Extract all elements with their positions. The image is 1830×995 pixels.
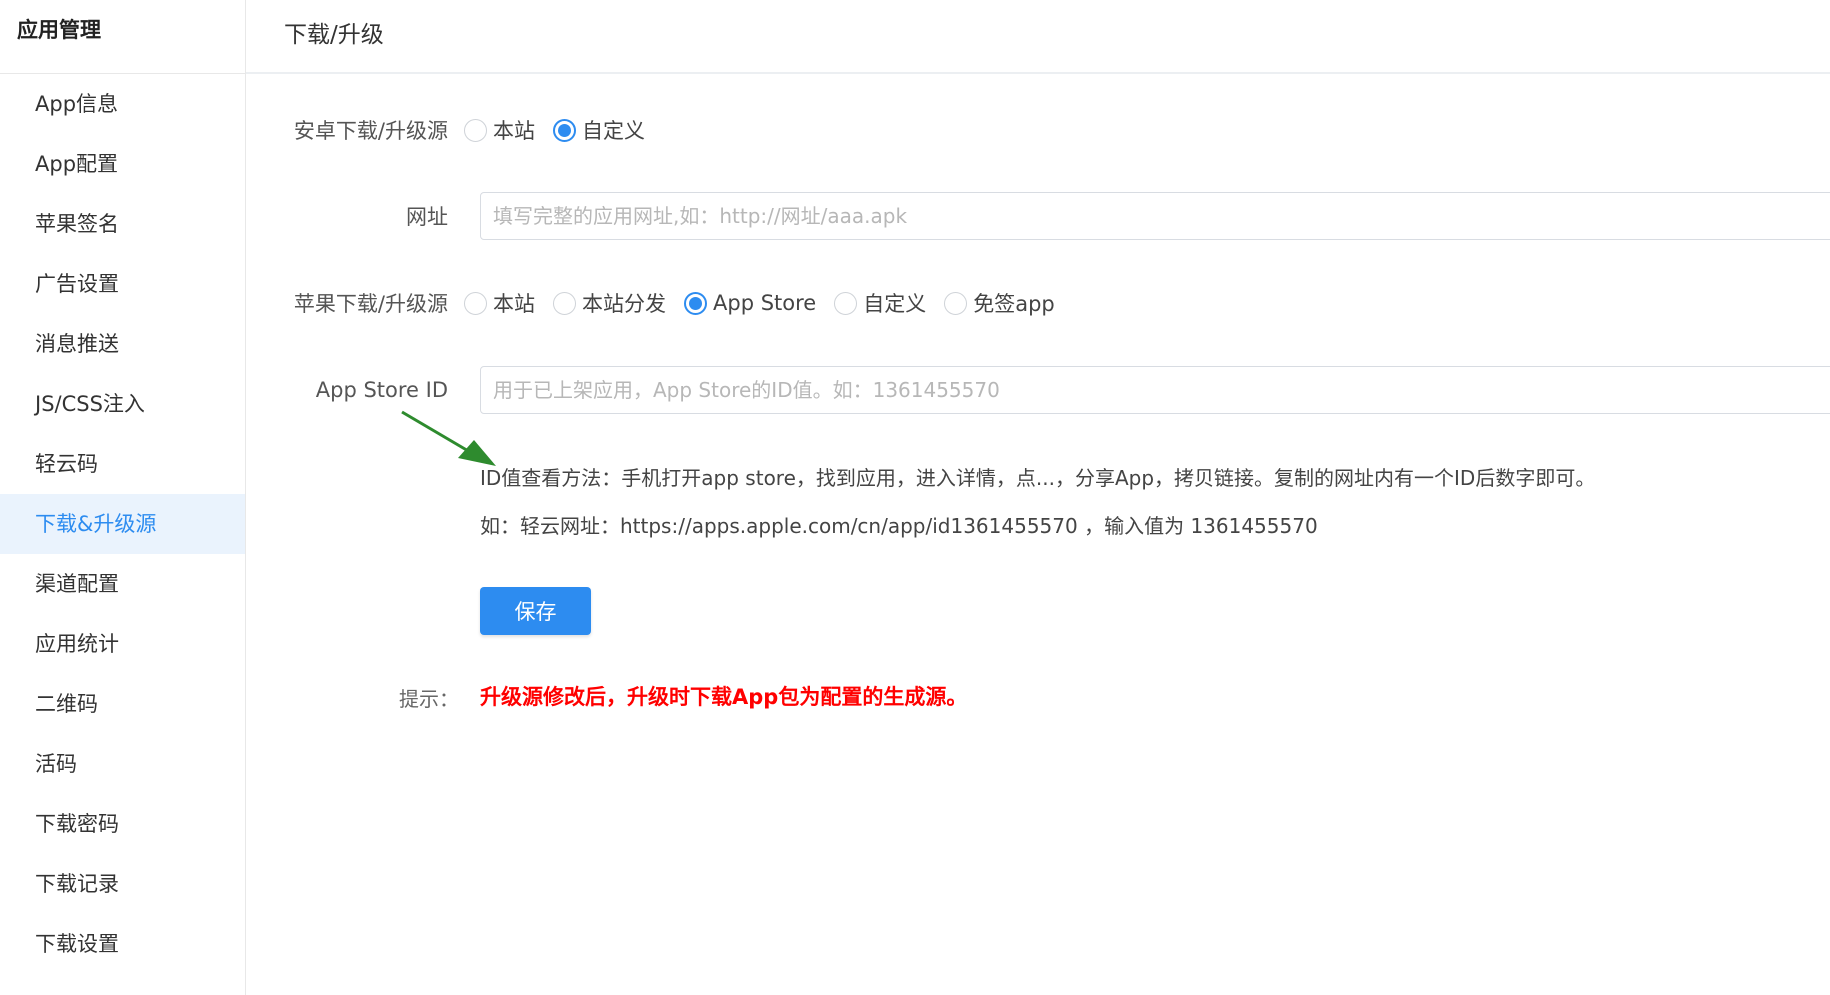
apple-radio-local[interactable]: 本站 bbox=[464, 288, 535, 318]
sidebar-item-app-info[interactable]: App信息 bbox=[0, 74, 245, 134]
sidebar: 应用管理 App信息 App配置 苹果签名 广告设置 消息推送 JS/CSS注入… bbox=[0, 0, 246, 995]
radio-circle[interactable] bbox=[944, 291, 968, 315]
apple-source-row: 苹果下载/升级源 本站 本站分发 App Store 自定义 免签app bbox=[246, 279, 1830, 327]
apple-source-radio-group: 本站 本站分发 App Store 自定义 免签app bbox=[464, 288, 1073, 318]
help-text-line1: ID值查看方法：手机打开app store，找到应用，进入详情，点...，分享A… bbox=[480, 466, 1596, 490]
sidebar-item-qrcode[interactable]: 二维码 bbox=[0, 674, 245, 734]
apple-radio-local-distribution[interactable]: 本站分发 bbox=[553, 288, 666, 318]
sidebar-item-qingyun-code[interactable]: 轻云码 bbox=[0, 434, 245, 494]
sidebar-menu: App信息 App配置 苹果签名 广告设置 消息推送 JS/CSS注入 轻云码 … bbox=[0, 74, 245, 974]
apple-source-label: 苹果下载/升级源 bbox=[293, 292, 448, 316]
android-source-radio-group: 本站 自定义 bbox=[464, 115, 663, 145]
green-arrow-icon bbox=[401, 410, 496, 466]
apple-radio-nosign-app[interactable]: 免签app bbox=[944, 288, 1055, 318]
url-input[interactable] bbox=[480, 192, 1830, 240]
apple-radio-app-store[interactable]: App Store bbox=[684, 291, 816, 315]
radio-circle[interactable] bbox=[684, 291, 707, 315]
save-button[interactable]: 保存 bbox=[480, 587, 591, 635]
appstore-id-input[interactable] bbox=[480, 366, 1830, 414]
sidebar-item-channel-config[interactable]: 渠道配置 bbox=[0, 554, 245, 614]
appstore-id-label: App Store ID bbox=[315, 378, 448, 402]
appstore-id-row: App Store ID bbox=[246, 366, 480, 414]
android-source-row: 安卓下载/升级源 本站 自定义 bbox=[246, 106, 1830, 154]
radio-label: 自定义 bbox=[582, 119, 645, 143]
radio-circle[interactable] bbox=[553, 291, 576, 315]
sidebar-item-download-upgrade[interactable]: 下载&升级源 bbox=[0, 494, 245, 554]
sidebar-item-download-settings[interactable]: 下载设置 bbox=[0, 914, 245, 974]
radio-label: 免签app bbox=[973, 292, 1055, 316]
sidebar-item-apple-signing[interactable]: 苹果签名 bbox=[0, 194, 245, 254]
apple-radio-custom[interactable]: 自定义 bbox=[834, 288, 926, 318]
sidebar-item-download-password[interactable]: 下载密码 bbox=[0, 794, 245, 854]
radio-circle[interactable] bbox=[834, 291, 858, 315]
radio-label: 本站分发 bbox=[582, 292, 666, 316]
sidebar-item-download-records[interactable]: 下载记录 bbox=[0, 854, 245, 914]
sidebar-item-js-css-inject[interactable]: JS/CSS注入 bbox=[0, 374, 245, 434]
radio-circle[interactable] bbox=[553, 118, 576, 142]
android-radio-local[interactable]: 本站 bbox=[464, 115, 535, 145]
android-radio-custom[interactable]: 自定义 bbox=[553, 115, 645, 145]
radio-label: App Store bbox=[713, 291, 817, 315]
radio-circle[interactable] bbox=[464, 118, 487, 142]
sidebar-item-app-stats[interactable]: 应用统计 bbox=[0, 614, 245, 674]
sidebar-title: 应用管理 bbox=[0, 0, 245, 74]
tip-label: 提示： bbox=[399, 687, 459, 711]
sidebar-item-live-code[interactable]: 活码 bbox=[0, 734, 245, 794]
sidebar-item-push[interactable]: 消息推送 bbox=[0, 314, 245, 374]
radio-label: 自定义 bbox=[863, 292, 927, 316]
radio-label: 本站 bbox=[493, 119, 535, 143]
url-row: 网址 bbox=[246, 192, 480, 240]
url-label: 网址 bbox=[406, 205, 448, 229]
radio-circle[interactable] bbox=[464, 291, 487, 315]
tip-text: 升级源修改后，升级时下载App包为配置的生成源。 bbox=[480, 685, 968, 709]
help-text-line2: 如：轻云网址：https://apps.apple.com/cn/app/id1… bbox=[480, 514, 1318, 538]
radio-label: 本站 bbox=[493, 292, 535, 316]
android-source-label: 安卓下载/升级源 bbox=[293, 119, 448, 143]
sidebar-item-ad-settings[interactable]: 广告设置 bbox=[0, 254, 245, 314]
page-title: 下载/升级 bbox=[284, 22, 384, 48]
page-header: 下载/升级 bbox=[246, 0, 1830, 74]
sidebar-item-app-config[interactable]: App配置 bbox=[0, 134, 245, 194]
